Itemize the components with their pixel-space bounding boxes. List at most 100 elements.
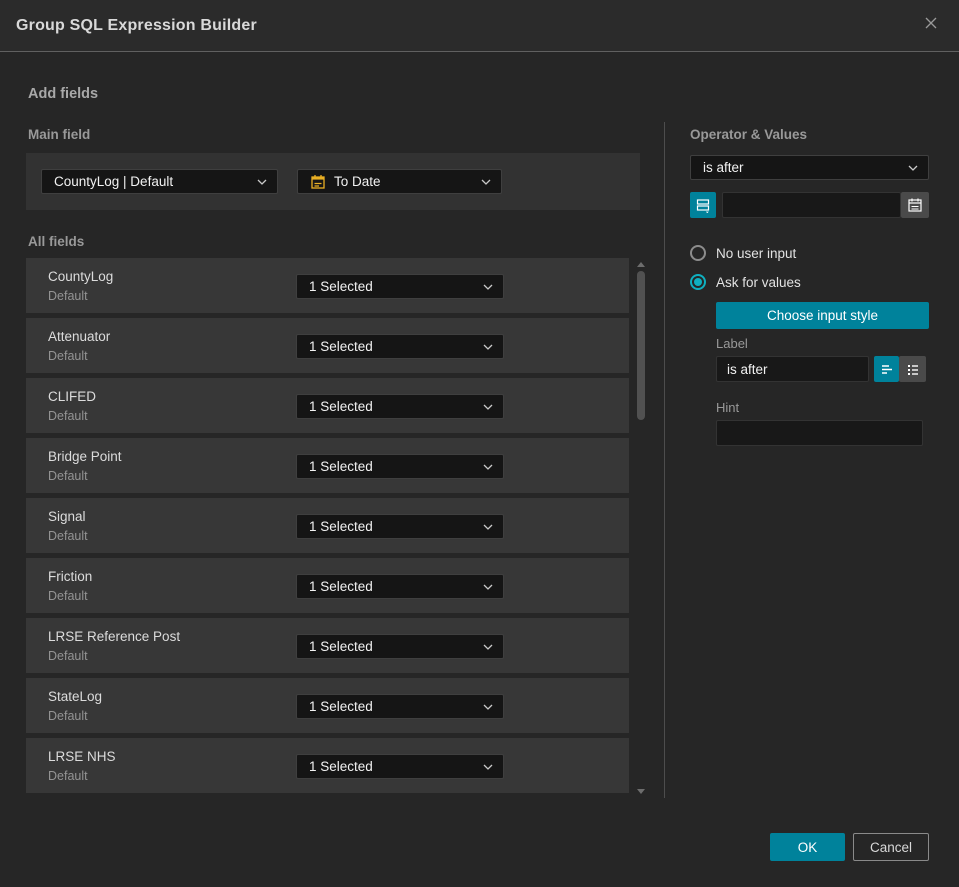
single-value-style-toggle[interactable] xyxy=(874,356,899,382)
list-scrollbar[interactable] xyxy=(634,258,648,798)
chevron-down-icon xyxy=(481,179,491,185)
radio-checked-icon xyxy=(690,274,706,290)
main-field-panel: CountyLog | Default To Date xyxy=(26,153,640,210)
field-selection-dropdown[interactable]: 1 Selected xyxy=(296,394,504,419)
field-name: CLIFED xyxy=(48,389,97,404)
field-subtitle: Default xyxy=(48,349,88,363)
align-left-lines-icon xyxy=(879,361,895,377)
list-style-toggle[interactable] xyxy=(899,356,926,382)
selection-value: 1 Selected xyxy=(309,699,373,714)
field-name: Bridge Point xyxy=(48,449,122,464)
field-selection-dropdown[interactable]: 1 Selected xyxy=(296,514,504,539)
chevron-down-icon xyxy=(483,464,493,470)
value-input[interactable] xyxy=(722,192,901,218)
selection-value: 1 Selected xyxy=(309,759,373,774)
date-picker-button[interactable] xyxy=(901,192,929,218)
field-subtitle: Default xyxy=(48,289,88,303)
group-sql-expression-builder-dialog: Group SQL Expression Builder Add fields … xyxy=(0,0,959,887)
field-row[interactable]: Signal Default 1 Selected xyxy=(26,498,629,553)
selection-value: 1 Selected xyxy=(309,639,373,654)
selection-value: 1 Selected xyxy=(309,579,373,594)
label-input[interactable] xyxy=(716,356,869,382)
radio-ask-for-values[interactable]: Ask for values xyxy=(690,274,801,290)
all-fields-label: All fields xyxy=(28,234,85,249)
field-name: StateLog xyxy=(48,689,103,704)
field-row[interactable]: CLIFED Default 1 Selected xyxy=(26,378,629,433)
cancel-button[interactable]: Cancel xyxy=(853,833,929,861)
chevron-down-icon xyxy=(483,644,493,650)
scrollbar-up-arrow-icon[interactable] xyxy=(637,262,645,267)
radio-no-user-input[interactable]: No user input xyxy=(690,245,796,261)
field-selection-dropdown[interactable]: 1 Selected xyxy=(296,274,504,299)
operator-values-heading: Operator & Values xyxy=(690,127,808,142)
field-name: Friction xyxy=(48,569,93,584)
chevron-down-icon xyxy=(483,344,493,350)
field-name: Signal xyxy=(48,509,86,524)
field-name: LRSE Reference Post xyxy=(48,629,181,644)
field-row[interactable]: CountyLog Default 1 Selected xyxy=(26,258,629,313)
selection-value: 1 Selected xyxy=(309,339,373,354)
chevron-down-icon xyxy=(483,704,493,710)
chevron-down-icon xyxy=(483,764,493,770)
field-name: CountyLog xyxy=(48,269,114,284)
chevron-down-icon xyxy=(483,284,493,290)
field-selection-dropdown[interactable]: 1 Selected xyxy=(296,574,504,599)
radio-label: No user input xyxy=(716,245,797,261)
radio-label: Ask for values xyxy=(716,274,801,290)
field-subtitle: Default xyxy=(48,769,88,783)
main-field-type-value: To Date xyxy=(334,174,381,189)
field-row[interactable]: Friction Default 1 Selected xyxy=(26,558,629,613)
field-subtitle: Default xyxy=(48,649,88,663)
field-selection-dropdown[interactable]: 1 Selected xyxy=(296,454,504,479)
main-field-select[interactable]: CountyLog | Default xyxy=(41,169,278,194)
main-field-select-value: CountyLog | Default xyxy=(54,174,174,189)
selection-value: 1 Selected xyxy=(309,399,373,414)
field-subtitle: Default xyxy=(48,589,88,603)
hint-field-label: Hint xyxy=(716,400,740,415)
field-row[interactable]: LRSE Reference Post Default 1 Selected xyxy=(26,618,629,673)
field-subtitle: Default xyxy=(48,709,88,723)
field-subtitle: Default xyxy=(48,529,88,543)
operator-select-value: is after xyxy=(703,160,744,175)
field-row[interactable]: Bridge Point Default 1 Selected xyxy=(26,438,629,493)
hint-input[interactable] xyxy=(716,420,923,446)
radio-icon xyxy=(690,245,706,261)
field-subtitle: Default xyxy=(48,409,88,423)
field-selection-dropdown[interactable]: 1 Selected xyxy=(296,334,504,359)
field-selection-dropdown[interactable]: 1 Selected xyxy=(296,634,504,659)
value-list-icon xyxy=(695,197,711,213)
close-icon xyxy=(922,14,940,37)
choose-input-style-button[interactable]: Choose input style xyxy=(716,302,929,329)
chevron-down-icon xyxy=(483,524,493,530)
dialog-title: Group SQL Expression Builder xyxy=(16,16,257,34)
label-field-label: Label xyxy=(716,336,748,351)
scrollbar-down-arrow-icon[interactable] xyxy=(637,789,645,794)
selection-value: 1 Selected xyxy=(309,519,373,534)
operator-select[interactable]: is after xyxy=(690,155,929,180)
dialog-titlebar: Group SQL Expression Builder xyxy=(0,0,959,52)
selection-value: 1 Selected xyxy=(309,459,373,474)
choose-from-values-button[interactable] xyxy=(690,192,716,218)
date-calendar-icon xyxy=(310,174,326,190)
all-fields-list: CountyLog Default 1 Selected Attenuator … xyxy=(26,258,629,793)
field-row[interactable]: StateLog Default 1 Selected xyxy=(26,678,629,733)
main-field-type-select[interactable]: To Date xyxy=(297,169,502,194)
field-selection-dropdown[interactable]: 1 Selected xyxy=(296,694,504,719)
field-name: Attenuator xyxy=(48,329,111,344)
close-button[interactable] xyxy=(919,14,943,38)
main-field-label: Main field xyxy=(28,127,91,142)
chevron-down-icon xyxy=(483,584,493,590)
scrollbar-thumb[interactable] xyxy=(637,271,645,420)
field-selection-dropdown[interactable]: 1 Selected xyxy=(296,754,504,779)
chevron-down-icon xyxy=(908,165,918,171)
selection-value: 1 Selected xyxy=(309,279,373,294)
add-fields-heading: Add fields xyxy=(28,86,99,102)
field-row[interactable]: LRSE NHS Default 1 Selected xyxy=(26,738,629,793)
calendar-icon xyxy=(907,197,923,213)
ok-button[interactable]: OK xyxy=(770,833,845,861)
field-subtitle: Default xyxy=(48,469,88,483)
chevron-down-icon xyxy=(483,404,493,410)
field-row[interactable]: Attenuator Default 1 Selected xyxy=(26,318,629,373)
vertical-divider xyxy=(664,122,665,798)
chevron-down-icon xyxy=(257,179,267,185)
